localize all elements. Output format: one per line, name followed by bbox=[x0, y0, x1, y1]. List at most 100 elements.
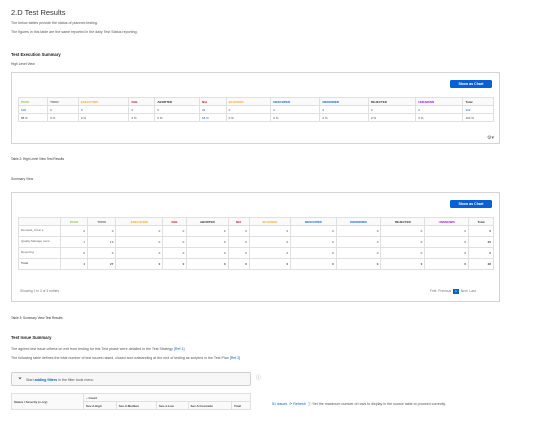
pager-last[interactable]: Last bbox=[469, 289, 475, 293]
table-cell: 0 bbox=[367, 105, 417, 114]
table-cell: 122 bbox=[462, 105, 494, 114]
severity-column-header[interactable]: Sev-5-Cosmetic bbox=[187, 401, 233, 410]
high-level-label: High Level View bbox=[11, 62, 35, 66]
column-header[interactable]: EXECUTING bbox=[77, 97, 130, 106]
column-header[interactable]: FAIL bbox=[128, 97, 156, 106]
column-header[interactable]: ABORTED bbox=[186, 217, 229, 226]
show-chart-button[interactable]: Show as Chart bbox=[450, 80, 492, 88]
severity-column-header[interactable]: Total bbox=[231, 401, 251, 410]
table-cell: 0 bbox=[380, 236, 426, 248]
column-header[interactable]: UNKNOWN bbox=[415, 97, 464, 106]
column-header[interactable]: Total bbox=[462, 97, 494, 106]
table-cell: 0 bbox=[162, 225, 188, 237]
ref1-link[interactable]: [Ref 1] bbox=[174, 347, 185, 351]
gear-icon[interactable]: ⚙▾ bbox=[487, 135, 494, 141]
table2-caption: Table 2: High Level View Test Results bbox=[11, 157, 65, 161]
column-header[interactable]: PASS bbox=[17, 97, 49, 106]
issues-count[interactable]: 51 issues bbox=[272, 402, 287, 406]
show-chart-button-summary[interactable]: Show as Chart bbox=[450, 200, 492, 208]
page-title: 2.D Test Results bbox=[11, 8, 66, 17]
column-header[interactable]: DEFERRED bbox=[319, 97, 369, 106]
pager-first[interactable]: First bbox=[430, 289, 436, 293]
column-header[interactable] bbox=[18, 217, 61, 226]
table-cell: 0 bbox=[248, 258, 292, 270]
table-row: 88 % 0 % 0 % 0 % 0 % 18 % 0 % 0 % 0 % 0 % 0 % 100 % bbox=[17, 113, 494, 122]
table-cell: 0 bbox=[86, 247, 117, 259]
table-cell: 0 bbox=[467, 225, 495, 237]
table-cell: 0 bbox=[380, 247, 426, 259]
severity-column-header[interactable]: Sev-3-Medium bbox=[115, 401, 157, 410]
table-cell: 0 % bbox=[77, 113, 130, 122]
column-header[interactable]: N/A bbox=[199, 97, 227, 106]
execution-heading: Test Execution Summary bbox=[11, 52, 61, 57]
table-cell: 88 % bbox=[17, 113, 49, 122]
filter-bar[interactable]: ⏷ Start adding filters in the filter too… bbox=[11, 372, 251, 386]
issues-line2: The following table defines the total nu… bbox=[11, 356, 241, 360]
table-cell: 0 bbox=[227, 225, 250, 237]
table-cell: 0 bbox=[227, 236, 250, 248]
column-header[interactable]: BLOCKED bbox=[248, 217, 292, 226]
issues-table: Status / Severity (x-rsy) – Count Sev-2-… bbox=[11, 393, 251, 410]
column-header[interactable]: UNKNOWN bbox=[424, 217, 469, 226]
column-header[interactable]: REJECTED bbox=[380, 217, 426, 226]
table-cell: 0 bbox=[248, 236, 292, 248]
ref2-link[interactable]: [Ref 2] bbox=[230, 356, 241, 360]
column-header[interactable]: PASS bbox=[60, 217, 88, 226]
column-header[interactable]: N/A bbox=[227, 217, 250, 226]
table-cell: 0 % bbox=[128, 113, 156, 122]
column-header[interactable]: DESCOPED bbox=[290, 217, 337, 226]
info-icon[interactable]: ⓘ bbox=[256, 374, 261, 381]
table-header-row: PASS TODO EXECUTING FAIL ABORTED N/A BLOCKED DE… bbox=[17, 97, 494, 106]
pager: First Previous 1 Next Last bbox=[430, 289, 476, 294]
refresh-link[interactable]: Refresh bbox=[293, 402, 306, 406]
refresh-icon[interactable]: ⟳ bbox=[289, 402, 292, 406]
column-header[interactable]: TODO bbox=[86, 217, 117, 226]
table-cell: 0 bbox=[424, 225, 469, 237]
table-cell: 22 bbox=[199, 105, 227, 114]
table-cell: 0 bbox=[424, 258, 469, 270]
column-header[interactable]: TODO bbox=[47, 97, 79, 106]
column-header[interactable]: DESCOPED bbox=[270, 97, 321, 106]
table-cell: 0 bbox=[335, 225, 382, 237]
table-cell: 0 bbox=[162, 236, 188, 248]
issues-line1: The agreed test issue criteria on exit f… bbox=[11, 347, 185, 351]
table-cell: 0 bbox=[319, 105, 369, 114]
warning-icon: ⓘ bbox=[307, 402, 312, 406]
table-cell: 0 % bbox=[319, 113, 369, 122]
table-cell: 0 % bbox=[415, 113, 464, 122]
pager-next[interactable]: Next bbox=[461, 289, 468, 293]
table-cell: 0 bbox=[186, 247, 229, 259]
table-row: Demand_CCar e000000000000 bbox=[18, 225, 495, 237]
intro-text-2: The figures in this table are the same r… bbox=[11, 30, 138, 34]
table-cell: 0 bbox=[115, 225, 164, 237]
table-cell: 0 bbox=[86, 225, 117, 237]
table-cell: 0 bbox=[335, 247, 382, 259]
severity-column-header[interactable]: Sev-2-High bbox=[83, 401, 117, 410]
high-level-table: PASS TODO EXECUTING FAIL ABORTED N/A BLOCKED DE… bbox=[17, 97, 494, 122]
severity-column-header[interactable]: Sev-4-Low bbox=[155, 401, 189, 410]
table-cell: 0 bbox=[227, 258, 250, 270]
filter-text: Start adding filters in the filter tools… bbox=[26, 378, 94, 382]
issues-col-status[interactable]: Status / Severity (x-rsy) bbox=[11, 393, 84, 410]
column-header[interactable]: REJECTED bbox=[367, 97, 417, 106]
table-cell: 0 bbox=[162, 258, 188, 270]
filter-icon[interactable]: ⏷ bbox=[18, 376, 22, 382]
column-header[interactable]: FAIL bbox=[162, 217, 188, 226]
table3-caption: Table 3: Summary View Test Results bbox=[11, 316, 63, 320]
row-label: Reporting bbox=[18, 247, 61, 259]
table-cell: 0 bbox=[424, 247, 469, 259]
table-cell: 0 bbox=[128, 105, 156, 114]
table-cell: 18 % bbox=[199, 113, 227, 122]
column-header[interactable]: DEFERRED bbox=[335, 217, 382, 226]
table-cell: 0 bbox=[290, 225, 337, 237]
pager-current[interactable]: 1 bbox=[452, 289, 459, 294]
column-header[interactable]: Total bbox=[467, 217, 495, 226]
table-cell: 0 bbox=[60, 247, 88, 259]
adding-filters-link[interactable]: adding filters bbox=[35, 378, 58, 382]
column-header[interactable]: EXECUTING bbox=[115, 217, 164, 226]
table-cell: 0 bbox=[335, 258, 382, 270]
column-header[interactable]: ABORTED bbox=[154, 97, 201, 106]
table-cell: 1 bbox=[60, 258, 88, 270]
column-header[interactable]: BLOCKED bbox=[225, 97, 272, 106]
pager-previous[interactable]: Previous bbox=[438, 289, 451, 293]
